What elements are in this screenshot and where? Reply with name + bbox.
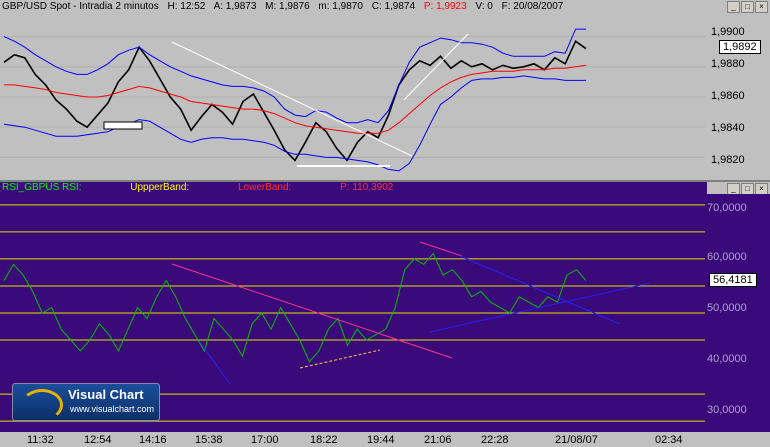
rsi-title: RSI_GBPUS RSI: [2,182,82,193]
time-label: 22:28 [481,434,509,446]
lower-band-label: LowerBand: [237,182,292,193]
rsi-header: RSI_GBPUS RSI: UppperBand: LowerBand: P:… [0,182,707,194]
current-rsi-tag: 56,4181 [709,273,757,287]
price-pane: GBP/USD Spot - Intradia 2 minutos H: 12:… [0,0,770,180]
time-label: 19:44 [367,434,395,446]
ask-label: A: 1,9873 [213,1,257,12]
date-label: F: 20/08/2007 [501,1,564,12]
time-label: 21/08/07 [555,434,598,446]
rsi-tick-4: 30,0000 [707,404,747,416]
upper-band-label: UppperBand: [130,182,190,193]
time-label: 18:22 [310,434,338,446]
price-tick-1: 1,9880 [711,58,745,70]
max-label: M: 1,9876 [265,1,310,12]
logo-title: Visual Chart [68,387,144,402]
price-header: GBP/USD Spot - Intradia 2 minutos H: 12:… [0,0,707,14]
rsi-axis: 70,0000 60,0000 50,0000 40,0000 30,0000 … [705,194,770,432]
visual-chart-logo: Visual Chart www.visualchart.com [12,383,160,421]
rsi-tick-3: 40,0000 [707,353,747,365]
price-tick-2: 1,9860 [711,90,745,102]
close-button[interactable]: × [755,1,768,13]
high-label: H: 12:52 [167,1,206,12]
time-label: 15:38 [195,434,223,446]
rsi-tick-1: 60,0000 [707,251,747,263]
min-label: m: 1,9870 [318,1,363,12]
close-label: C: 1,9874 [371,1,416,12]
price-axis: 1,9900 1,9880 1,9860 1,9840 1,9820 1,989… [705,14,770,180]
price-pane-buttons: _ □ × [727,1,768,13]
rsi-p-label: P: 110,3902 [340,182,394,193]
price-tick-3: 1,9840 [711,122,745,134]
time-label: 12:54 [84,434,112,446]
price-chart[interactable] [0,14,705,180]
time-label: 14:16 [139,434,167,446]
maximize-button[interactable]: □ [741,1,754,13]
time-label: 11:32 [27,434,54,446]
symbol-label: GBP/USD Spot - Intradia 2 minutos [2,1,159,12]
time-label: 21:06 [424,434,452,446]
time-label: 17:00 [251,434,279,446]
rsi-tick-2: 50,0000 [707,302,747,314]
price-tick-0: 1,9900 [711,26,745,38]
p-label: P: 1,9923 [423,1,467,12]
current-price-tag: 1,9892 [719,40,761,54]
logo-swoosh-icon [21,389,63,421]
marker-box [103,121,143,130]
time-label: 02:34 [655,434,683,446]
price-tick-4: 1,9820 [711,154,745,166]
volume-label: V: 0 [475,1,493,12]
rsi-tick-0: 70,0000 [707,202,747,214]
logo-url: www.visualchart.com [70,404,155,414]
minimize-button[interactable]: _ [727,1,740,13]
